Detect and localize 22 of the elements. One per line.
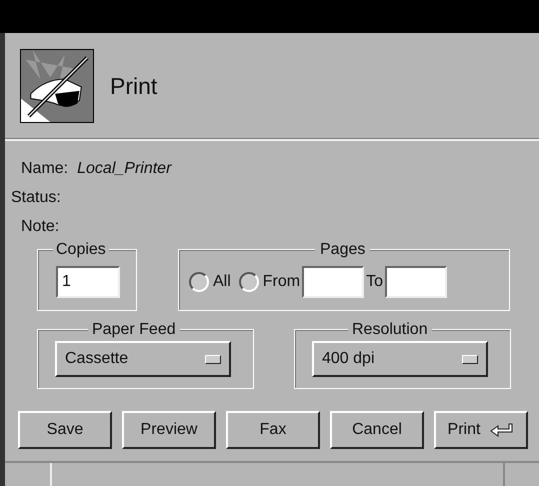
dialog-title: Print <box>110 72 158 101</box>
radio-button[interactable]: All <box>189 270 231 294</box>
dialog-button[interactable]: Preview <box>122 411 216 449</box>
field-label: Note: <box>21 216 60 237</box>
option-indicator-icon <box>205 354 221 364</box>
field-label: Name: <box>21 159 68 180</box>
return-arrow-icon <box>490 423 514 437</box>
option-menu[interactable]: Cassette <box>55 341 231 377</box>
field-value: Local_Printer <box>77 159 172 180</box>
option-menu[interactable]: 400 dpi <box>312 341 488 377</box>
dialog-button[interactable]: Save <box>18 411 112 449</box>
dialog-button[interactable]: Fax <box>226 411 320 449</box>
to-label: To <box>366 272 384 292</box>
hand-pen-icon <box>20 49 94 123</box>
to-page-field[interactable] <box>385 266 448 298</box>
copies-field[interactable]: 1 <box>56 266 120 298</box>
default-button[interactable]: Print <box>434 411 528 449</box>
dialog-button[interactable]: Cancel <box>330 411 424 449</box>
from-page-field[interactable] <box>302 266 364 298</box>
radio-button[interactable]: From <box>238 270 300 294</box>
field-label: Status: <box>11 188 61 208</box>
option-indicator-icon <box>462 354 478 364</box>
